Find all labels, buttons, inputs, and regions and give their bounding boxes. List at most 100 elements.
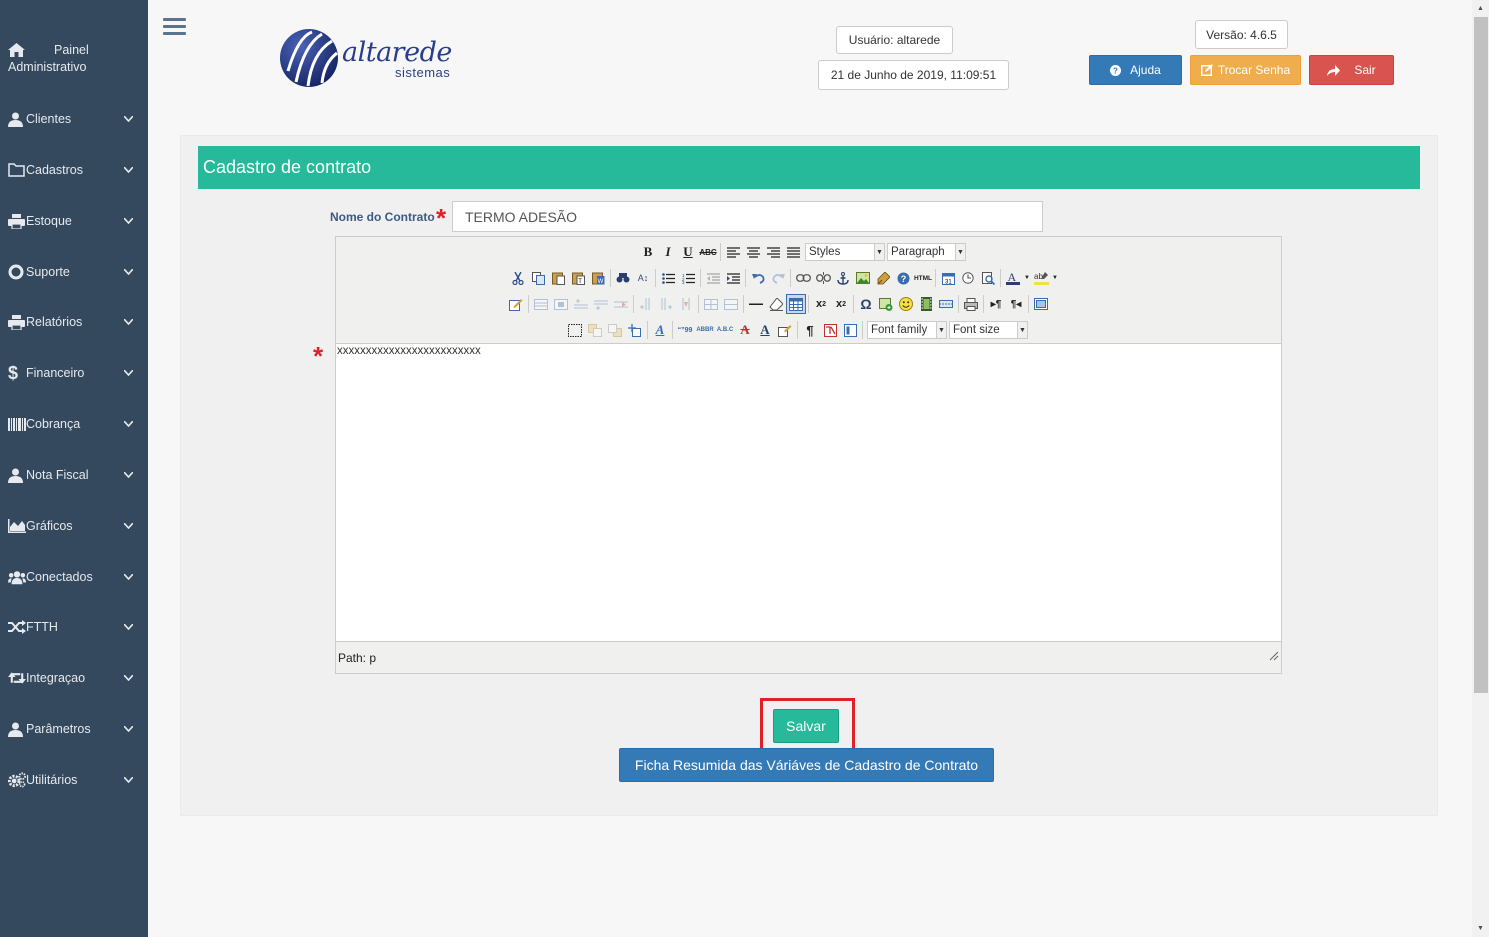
delete-row-icon[interactable]: [611, 294, 631, 314]
paste-icon[interactable]: [548, 268, 568, 288]
background-color-dropdown-icon[interactable]: ▼: [1051, 268, 1059, 288]
insert-time-icon[interactable]: [958, 268, 978, 288]
help-icon[interactable]: ?: [893, 268, 913, 288]
template-icon[interactable]: [840, 320, 860, 340]
logout-button[interactable]: Sair: [1309, 55, 1394, 85]
indent-icon[interactable]: [723, 268, 743, 288]
align-left-icon[interactable]: [723, 242, 743, 262]
styles-select[interactable]: Styles ▼: [805, 243, 885, 261]
ltr-icon[interactable]: ▸¶: [986, 294, 1006, 314]
sidebar-item-integracao[interactable]: Integraçao: [0, 663, 148, 693]
sidebar-item-graficos[interactable]: Gráficos: [0, 511, 148, 541]
sidebar-item-suporte[interactable]: Suporte: [0, 257, 148, 287]
deletion-icon[interactable]: A: [735, 320, 755, 340]
scroll-up-icon[interactable]: ▲: [1472, 0, 1489, 17]
preview-icon[interactable]: [978, 268, 998, 288]
video-icon[interactable]: [916, 294, 936, 314]
font-family-select[interactable]: Font family ▼: [867, 321, 947, 339]
horizontal-rule-icon[interactable]: [746, 294, 766, 314]
align-center-icon[interactable]: [743, 242, 763, 262]
sidebar-item-nota-fiscal[interactable]: Nota Fiscal: [0, 460, 148, 490]
remove-format-icon[interactable]: [766, 294, 786, 314]
abbreviation-icon[interactable]: ABBR: [695, 320, 715, 340]
text-color-dropdown-icon[interactable]: ▼: [1023, 268, 1031, 288]
insert-row-before-icon[interactable]: [571, 294, 591, 314]
insertion-icon[interactable]: A: [755, 320, 775, 340]
page-break-icon[interactable]: [936, 294, 956, 314]
rtl-icon[interactable]: ¶◂: [1006, 294, 1026, 314]
sidebar-item-parametros[interactable]: Parâmetros: [0, 714, 148, 744]
edit-css-icon[interactable]: [506, 294, 526, 314]
print-icon[interactable]: [961, 294, 981, 314]
scrollbar-thumb[interactable]: [1474, 17, 1488, 693]
background-color-icon[interactable]: ab: [1031, 268, 1051, 288]
paste-word-icon[interactable]: W: [588, 268, 608, 288]
italic-icon[interactable]: I: [658, 242, 678, 262]
sidebar-item-clientes[interactable]: Clientes: [0, 104, 148, 134]
redo-icon[interactable]: [768, 268, 788, 288]
html-source-icon[interactable]: HTML: [913, 268, 933, 288]
move-forward-icon[interactable]: [585, 320, 605, 340]
menu-toggle-icon[interactable]: [163, 18, 186, 38]
unlink-icon[interactable]: [813, 268, 833, 288]
anchor-icon[interactable]: [833, 268, 853, 288]
visual-chars-icon[interactable]: ¶: [800, 320, 820, 340]
outdent-icon[interactable]: [703, 268, 723, 288]
cleanup-icon[interactable]: [873, 268, 893, 288]
sidebar-item-ftth[interactable]: FTTH: [0, 612, 148, 642]
superscript-icon[interactable]: x2: [831, 294, 851, 314]
sidebar-brand[interactable]: Painel Administrativo: [8, 42, 143, 76]
media-icon[interactable]: [876, 294, 896, 314]
sidebar-item-estoque[interactable]: Estoque: [0, 206, 148, 236]
image-icon[interactable]: [853, 268, 873, 288]
insert-row-after-icon[interactable]: [591, 294, 611, 314]
insert-layer-icon[interactable]: [565, 320, 585, 340]
text-color-icon[interactable]: A: [1003, 268, 1023, 288]
contract-name-input[interactable]: TERMO ADESÃO: [452, 201, 1043, 232]
sidebar-item-cadastros[interactable]: Cadastros: [0, 155, 148, 185]
bold-icon[interactable]: B: [638, 242, 658, 262]
table-cell-props-icon[interactable]: [551, 294, 571, 314]
align-justify-icon[interactable]: [783, 242, 803, 262]
absolute-position-icon[interactable]: [625, 320, 645, 340]
sidebar-item-relatorios[interactable]: Relatórios: [0, 307, 148, 337]
undo-icon[interactable]: [748, 268, 768, 288]
link-icon[interactable]: [793, 268, 813, 288]
save-button[interactable]: Salvar: [773, 709, 839, 743]
editor-content-area[interactable]: xxxxxxxxxxxxxxxxxxxxxxxxx: [336, 343, 1281, 642]
style-props-icon[interactable]: A: [650, 320, 670, 340]
replace-icon[interactable]: A↕: [633, 268, 653, 288]
emoticons-icon[interactable]: [896, 294, 916, 314]
paste-text-icon[interactable]: T: [568, 268, 588, 288]
change-password-button[interactable]: Trocar Senha: [1190, 55, 1301, 85]
fullscreen-icon[interactable]: [1031, 294, 1051, 314]
insert-col-before-icon[interactable]: [636, 294, 656, 314]
split-cells-icon[interactable]: [701, 294, 721, 314]
align-right-icon[interactable]: [763, 242, 783, 262]
move-backward-icon[interactable]: [605, 320, 625, 340]
non-breaking-icon[interactable]: [820, 320, 840, 340]
cite-icon[interactable]: “”99: [675, 320, 695, 340]
attributes-icon[interactable]: [775, 320, 795, 340]
sidebar-item-cobranca[interactable]: Cobrança: [0, 409, 148, 439]
find-icon[interactable]: [613, 268, 633, 288]
insert-date-icon[interactable]: 31: [938, 268, 958, 288]
numbered-list-icon[interactable]: 123: [678, 268, 698, 288]
sidebar-item-utilitarios[interactable]: Utilitários: [0, 765, 148, 795]
insert-col-after-icon[interactable]: [656, 294, 676, 314]
resize-handle-icon[interactable]: [1269, 649, 1279, 661]
underline-icon[interactable]: U: [678, 242, 698, 262]
help-button[interactable]: ? Ajuda: [1089, 55, 1182, 85]
scroll-down-icon[interactable]: ▼: [1472, 920, 1489, 937]
cut-icon[interactable]: [508, 268, 528, 288]
delete-col-icon[interactable]: [676, 294, 696, 314]
summary-sheet-button[interactable]: Ficha Resumida das Váriáves de Cadastro …: [619, 748, 994, 782]
format-select[interactable]: Paragraph ▼: [887, 243, 966, 261]
subscript-icon[interactable]: x2: [811, 294, 831, 314]
copy-icon[interactable]: [528, 268, 548, 288]
merge-cells-icon[interactable]: [721, 294, 741, 314]
strikethrough-icon[interactable]: ABC: [698, 242, 718, 262]
table-icon[interactable]: [786, 294, 806, 314]
acronym-icon[interactable]: A.B.C: [715, 320, 735, 340]
table-row-props-icon[interactable]: [531, 294, 551, 314]
